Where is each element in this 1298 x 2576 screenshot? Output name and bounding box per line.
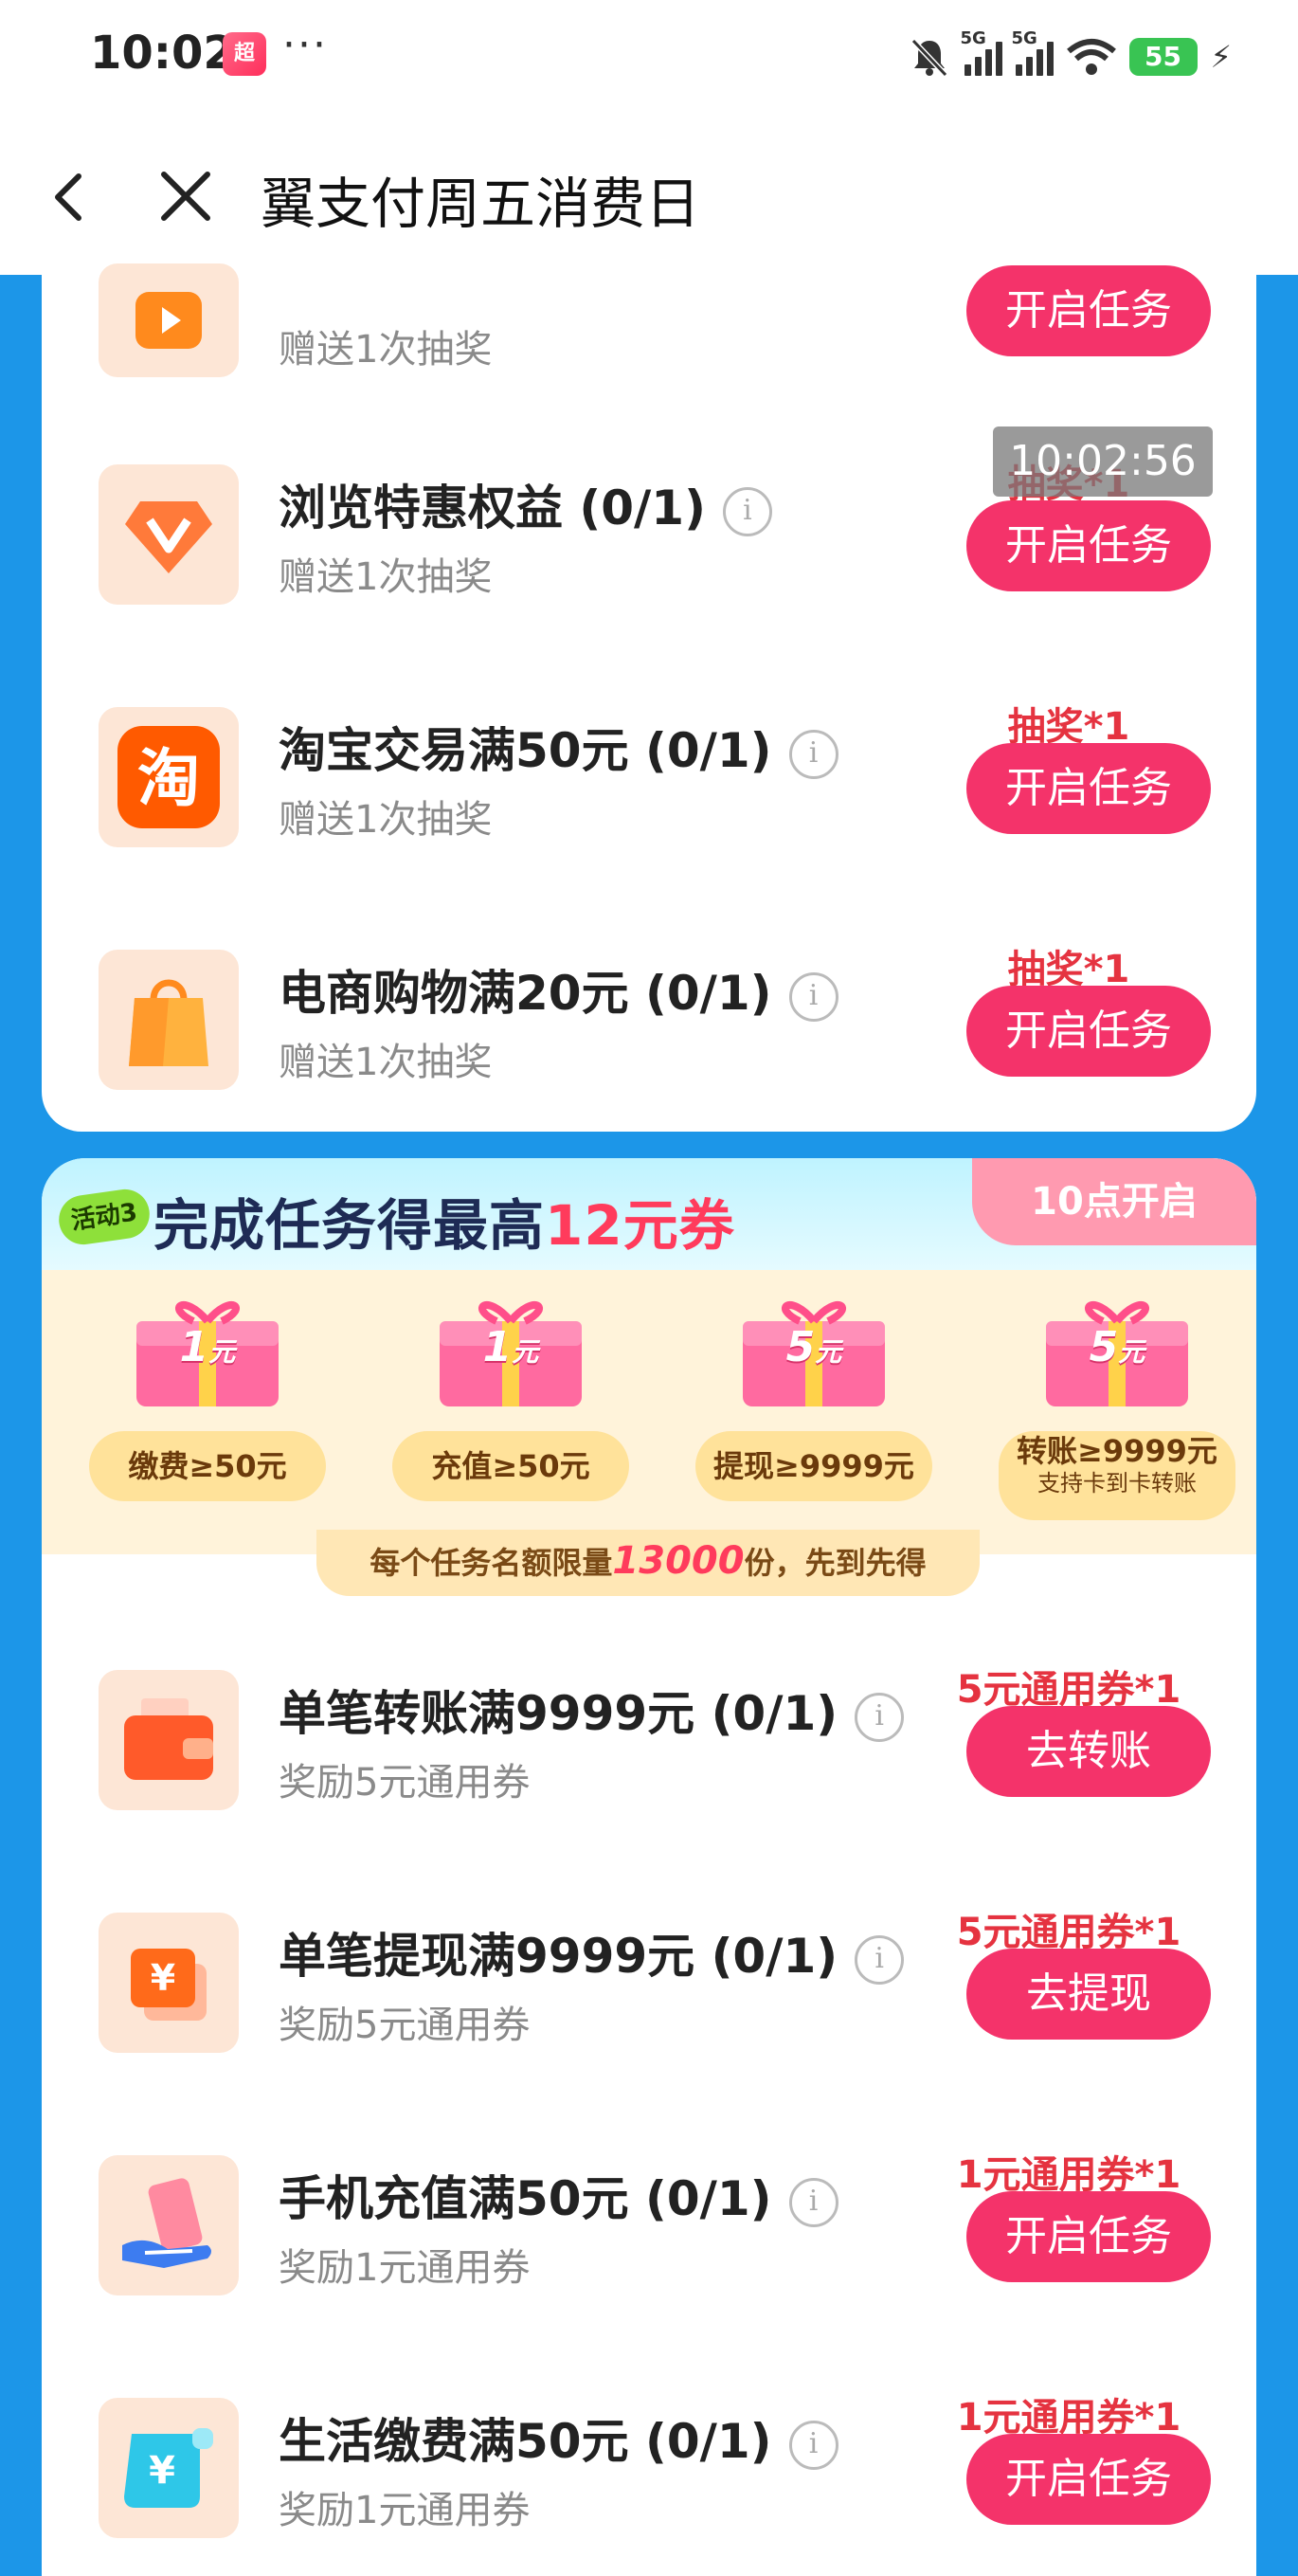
signal-icon-1: 5G xyxy=(961,28,1002,76)
taobao-icon: 淘 xyxy=(99,707,239,847)
prize-condition: 提现≥9999元 xyxy=(695,1431,932,1501)
prize-amount: 5元 xyxy=(785,1323,842,1371)
task-subtitle: 奖励5元通用券 xyxy=(279,1761,531,1805)
task-title: 单笔提现满9999元 (0/1) i xyxy=(279,1918,905,1986)
task-subtitle: 奖励1元通用券 xyxy=(279,2246,531,2290)
info-icon[interactable]: i xyxy=(722,486,772,536)
prize-amount: 1元 xyxy=(482,1323,539,1371)
task-title: 浏览特惠权益 (0/1) i xyxy=(279,470,772,538)
status-indicators: 5G 5G 55 ⚡ xyxy=(908,28,1232,85)
page-title: 翼支付周五消费日 xyxy=(261,172,701,236)
info-icon[interactable]: i xyxy=(788,2420,838,2470)
activity-header: 活动3 完成任务得最高12元券 10点开启 xyxy=(42,1158,1256,1270)
app-notification-icon: 超 xyxy=(223,32,266,76)
task-taobao: 淘 淘宝交易满50元 (0/1) i 赠送1次抽奖 抽奖*1 开启任务 xyxy=(42,705,1211,849)
task-subtitle: 奖励1元通用券 xyxy=(279,2489,531,2532)
svg-text:¥: ¥ xyxy=(149,2449,175,2493)
timestamp-overlay: 10:02:56 xyxy=(993,426,1213,497)
prize-item: 1元 充值≥50元 xyxy=(392,1289,629,1535)
prize-amount: 5元 xyxy=(1089,1323,1145,1371)
task-subtitle: 赠送1次抽奖 xyxy=(279,328,493,372)
task-phone-recharge: 手机充值满50元 (0/1) i 奖励1元通用券 1元通用券*1 开启任务 xyxy=(42,2153,1211,2297)
start-task-button[interactable]: 开启任务 xyxy=(966,2191,1211,2282)
svg-text:¥: ¥ xyxy=(151,1957,175,1999)
shopping-bag-icon xyxy=(99,950,239,1090)
info-icon[interactable]: i xyxy=(788,971,838,1022)
prize-item: 5元 提现≥9999元 xyxy=(695,1289,932,1535)
prize-item: 1元 缴费≥50元 xyxy=(89,1289,326,1535)
info-icon[interactable]: i xyxy=(788,2177,838,2227)
signal-icon-2: 5G xyxy=(1012,28,1054,76)
activity-card: 活动3 完成任务得最高12元券 10点开启 1元 缴费≥50元 1元 充值≥50… xyxy=(42,1158,1256,2576)
go-withdraw-button[interactable]: 去提现 xyxy=(966,1949,1211,2040)
task-subtitle: 赠送1次抽奖 xyxy=(279,798,493,842)
video-play-icon xyxy=(99,263,239,377)
prize-condition: 充值≥50元 xyxy=(392,1431,629,1501)
task-title: 淘宝交易满50元 (0/1) i xyxy=(279,713,838,781)
prize-condition: 转账≥9999元 支持卡到卡转账 xyxy=(999,1431,1235,1520)
activity-title: 完成任务得最高12元券 xyxy=(153,1193,735,1258)
wifi-icon xyxy=(1066,39,1116,75)
info-icon[interactable]: i xyxy=(788,729,838,779)
wallet-icon xyxy=(99,1670,239,1810)
phone-hand-icon xyxy=(99,2155,239,2295)
back-icon[interactable] xyxy=(43,169,99,226)
task-title: 单笔转账满9999元 (0/1) i xyxy=(279,1676,905,1744)
status-bar: 10:02 超 ··· 5G 5G 55 ⚡ xyxy=(0,0,1298,114)
task-video: 赠送1次抽奖 开启任务 xyxy=(42,237,1211,379)
task-card-top: 赠送1次抽奖 开启任务 浏览特惠权益 (0/1)i 赠送1次抽奖 抽奖*1 开启… xyxy=(42,263,1256,1132)
start-task-button[interactable]: 开启任务 xyxy=(966,743,1211,834)
task-subtitle: 赠送1次抽奖 xyxy=(279,555,493,599)
prize-item: 5元 转账≥9999元 支持卡到卡转账 xyxy=(999,1289,1235,1535)
task-title: 手机充值满50元 (0/1) i xyxy=(279,2161,838,2229)
status-time: 10:02 xyxy=(90,27,235,80)
task-title: 电商购物满20元 (0/1) i xyxy=(279,955,838,1024)
activity-open-time: 10点开启 xyxy=(972,1158,1256,1245)
battery-icon: 55 xyxy=(1128,38,1198,76)
task-ecommerce: 电商购物满20元 (0/1) i 赠送1次抽奖 抽奖*1 开启任务 xyxy=(42,948,1211,1092)
task-utility-payment: ¥ 生活缴费满50元 (0/1) i 奖励1元通用券 1元通用券*1 开启任务 xyxy=(42,2396,1211,2540)
svg-text:淘: 淘 xyxy=(137,742,200,815)
activity-note: 每个任务名额限量13000份，先到先得 xyxy=(316,1530,980,1596)
mute-icon xyxy=(910,38,947,78)
activity-tag: 活动3 xyxy=(55,1186,153,1248)
prize-row: 1元 缴费≥50元 1元 充值≥50元 5元 提现≥9999元 5元 转账≥99… xyxy=(42,1270,1256,1554)
start-task-button[interactable]: 开启任务 xyxy=(966,500,1211,591)
task-subtitle: 赠送1次抽奖 xyxy=(279,1041,493,1084)
task-title: 生活缴费满50元 (0/1) i xyxy=(279,2404,838,2472)
charging-icon: ⚡ xyxy=(1210,39,1232,75)
go-transfer-button[interactable]: 去转账 xyxy=(966,1706,1211,1797)
close-icon[interactable] xyxy=(156,167,215,226)
yuan-scroll-icon: ¥ xyxy=(99,2398,239,2538)
diamond-v-icon xyxy=(99,464,239,605)
prize-amount: 1元 xyxy=(179,1323,236,1371)
info-icon[interactable]: i xyxy=(855,1934,905,1985)
yuan-card-icon: ¥ xyxy=(99,1913,239,2053)
task-withdraw: ¥ 单笔提现满9999元 (0/1) i 奖励5元通用券 5元通用券*1 去提现 xyxy=(42,1911,1211,2055)
more-notifications-icon: ··· xyxy=(282,21,328,69)
start-task-button[interactable]: 开启任务 xyxy=(966,986,1211,1077)
task-transfer: 单笔转账满9999元 (0/1) i 奖励5元通用券 5元通用券*1 去转账 xyxy=(42,1668,1211,1812)
start-task-button[interactable]: 开启任务 xyxy=(966,265,1211,356)
prize-condition: 缴费≥50元 xyxy=(89,1431,326,1501)
start-task-button[interactable]: 开启任务 xyxy=(966,2434,1211,2525)
info-icon[interactable]: i xyxy=(855,1692,905,1742)
task-subtitle: 奖励5元通用券 xyxy=(279,2004,531,2047)
